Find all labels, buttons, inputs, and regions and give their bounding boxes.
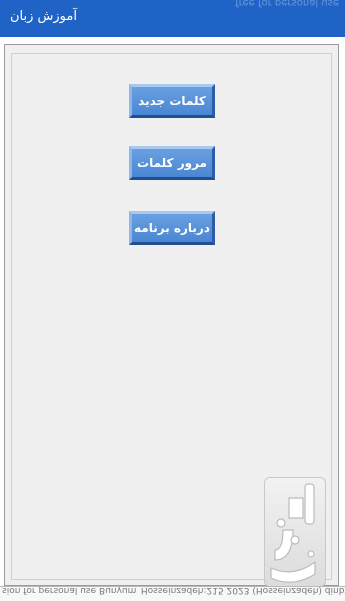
status-bar: sion for personal use Bunyum_Hosseinzade…: [0, 586, 345, 601]
new-words-button[interactable]: کلمات جدید: [129, 84, 215, 118]
about-app-button[interactable]: درباره برنامه: [129, 211, 215, 245]
watermark-top: free for personal use: [235, 0, 339, 8]
app-title: آموزش زبان: [10, 9, 77, 24]
bazaar-logo-glyph: [270, 483, 316, 583]
review-words-button[interactable]: مرور کلمات: [129, 146, 215, 180]
watermark-bottom: sion for personal use Bunyum_Hosseinzade…: [2, 586, 345, 595]
bazaar-logo-icon: [264, 477, 326, 587]
title-bar: آموزش زبان free for personal use: [0, 0, 345, 37]
